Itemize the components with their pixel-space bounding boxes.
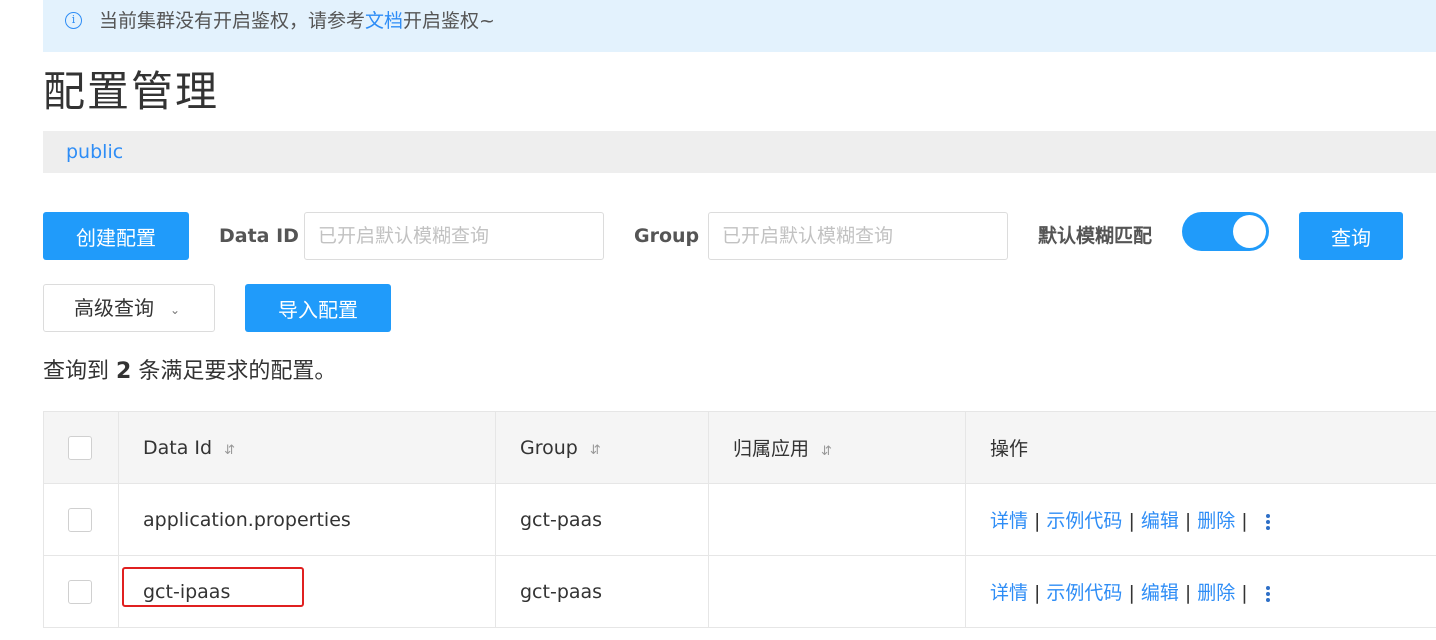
cell-app bbox=[708, 555, 966, 628]
cell-actions: 详情 | 示例代码 | 编辑 | 删除 | bbox=[965, 483, 1436, 556]
import-config-button[interactable]: 导入配置 bbox=[245, 284, 391, 332]
row-checkbox[interactable] bbox=[68, 579, 92, 604]
namespace-public[interactable]: public bbox=[66, 140, 123, 164]
switch-knob bbox=[1233, 215, 1266, 248]
cell-group: gct-paas bbox=[495, 555, 709, 628]
delete-link[interactable]: 删除 bbox=[1197, 510, 1235, 532]
auth-notice: i 当前集群没有开启鉴权，请参考文档开启鉴权~ bbox=[43, 0, 1436, 52]
info-icon: i bbox=[65, 12, 82, 29]
group-input[interactable]: 已开启默认模糊查询 bbox=[708, 212, 1008, 260]
cell-data-id: application.properties bbox=[118, 483, 496, 556]
data-id-input[interactable]: 已开启默认模糊查询 bbox=[304, 212, 604, 260]
data-id-label: Data ID bbox=[219, 225, 299, 247]
detail-link[interactable]: 详情 bbox=[990, 510, 1028, 532]
query-button[interactable]: 查询 bbox=[1299, 212, 1403, 260]
col-group[interactable]: Group ⇵ bbox=[495, 411, 709, 484]
docs-link[interactable]: 文档 bbox=[365, 10, 403, 32]
notice-text: 当前集群没有开启鉴权，请参考文档开启鉴权~ bbox=[99, 10, 495, 32]
detail-link[interactable]: 详情 bbox=[990, 582, 1028, 604]
fuzzy-match-switch[interactable] bbox=[1182, 212, 1269, 251]
cell-actions: 详情 | 示例代码 | 编辑 | 删除 | bbox=[965, 555, 1436, 628]
col-data-id[interactable]: Data Id ⇵ bbox=[118, 411, 496, 484]
config-table: Data Id ⇵ Group ⇵ 归属应用 ⇵ 操作 application.pro… bbox=[43, 411, 1436, 628]
namespace-bar: public bbox=[43, 131, 1436, 173]
delete-link[interactable]: 删除 bbox=[1197, 582, 1235, 604]
sort-icon[interactable]: ⇵ bbox=[590, 443, 601, 458]
edit-link[interactable]: 编辑 bbox=[1141, 510, 1179, 532]
fuzzy-match-label: 默认模糊匹配 bbox=[1038, 225, 1153, 247]
page-title: 配置管理 bbox=[43, 67, 220, 116]
advanced-query-button[interactable]: 高级查询 ⌄ bbox=[43, 284, 215, 332]
row-checkbox[interactable] bbox=[68, 507, 92, 532]
result-summary: 查询到 2 条满足要求的配置。 bbox=[43, 359, 337, 384]
select-all-checkbox[interactable] bbox=[68, 435, 92, 460]
col-actions: 操作 bbox=[965, 411, 1436, 484]
sample-code-link[interactable]: 示例代码 bbox=[1046, 510, 1122, 532]
cell-group: gct-paas bbox=[495, 483, 709, 556]
create-config-button[interactable]: 创建配置 bbox=[43, 212, 189, 260]
table-row: gct-ipaas gct-paas 详情 | 示例代码 | 编辑 | 删除 | bbox=[43, 555, 1436, 628]
sort-icon[interactable]: ⇵ bbox=[821, 444, 832, 459]
more-vertical-icon[interactable] bbox=[1265, 512, 1272, 532]
group-label: Group bbox=[634, 225, 700, 247]
edit-link[interactable]: 编辑 bbox=[1141, 582, 1179, 604]
chevron-down-icon: ⌄ bbox=[170, 303, 181, 317]
sort-icon[interactable]: ⇵ bbox=[224, 443, 235, 458]
more-vertical-icon[interactable] bbox=[1265, 584, 1272, 604]
cell-data-id: gct-ipaas bbox=[118, 555, 496, 628]
table-row: application.properties gct-paas 详情 | 示例代码 |… bbox=[43, 483, 1436, 556]
cell-app bbox=[708, 483, 966, 556]
sample-code-link[interactable]: 示例代码 bbox=[1046, 582, 1122, 604]
col-app[interactable]: 归属应用 ⇵ bbox=[708, 411, 966, 484]
table-header-row: Data Id ⇵ Group ⇵ 归属应用 ⇵ 操作 bbox=[43, 411, 1436, 484]
advanced-query-label: 高级查询 bbox=[74, 296, 154, 320]
